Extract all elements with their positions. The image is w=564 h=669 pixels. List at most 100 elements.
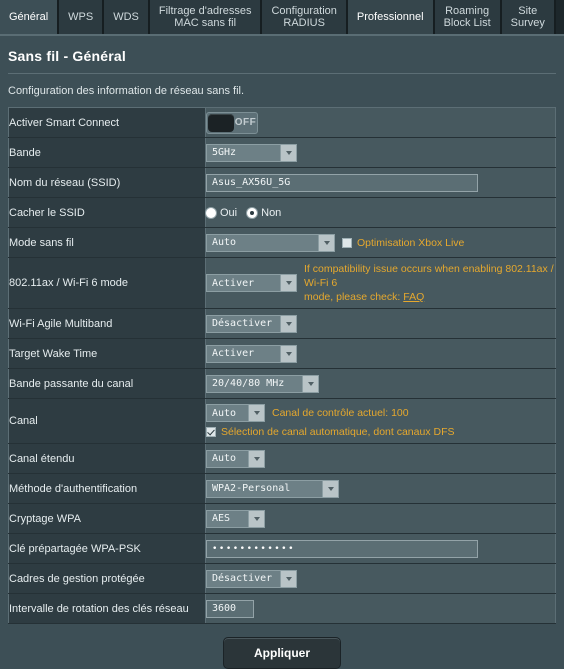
tab-mac-filter-label-line1: Filtrage d'adresses [158,5,252,17]
row-hide-ssid: Cacher le SSID Oui Non [8,197,556,228]
label-hide-ssid: Cacher le SSID [8,197,206,228]
row-auth-method: Méthode d'authentification WPA2-Personal [8,473,556,504]
label-agile-multiband: Wi-Fi Agile Multiband [8,308,206,339]
row-channel-bandwidth: Bande passante du canal 20/40/80 MHz [8,368,556,399]
form-footer: Appliquer [0,624,564,669]
chevron-down-icon [280,144,296,161]
radio-circle-icon [206,207,216,218]
radio-circle-selected-icon [247,207,258,218]
tab-professional[interactable]: Professionnel [347,0,435,34]
page-title: Sans fil - Général [8,48,126,64]
channel-bandwidth-select[interactable]: 20/40/80 MHz [206,374,319,393]
chevron-down-icon [248,450,264,467]
chevron-down-icon [280,570,296,587]
wpa-psk-input[interactable]: •••••••••••• [206,539,478,558]
xbox-optimization-label: Optimisation Xbox Live [357,236,465,249]
wpa-encryption-select[interactable]: AES [206,509,265,528]
label-rekey-interval: Intervalle de rotation des clés réseau [8,593,206,624]
extension-channel-select[interactable]: Auto [206,449,265,468]
channel-select[interactable]: Auto [206,404,265,422]
hide-ssid-radio-group: Oui Non [206,207,281,219]
tab-wps[interactable]: WPS [59,0,105,34]
row-agile-multiband: Wi-Fi Agile Multiband Désactiver [8,308,556,339]
tab-wds-label: WDS [113,11,139,23]
channel-bandwidth-value: 20/40/80 MHz [212,378,285,389]
wifi6-mode-value: Activer [212,277,255,289]
target-wake-time-value: Activer [212,348,255,359]
row-channel: Canal Auto Canal de contrôle actuel: 100… [8,398,556,444]
tab-mac-filter-label-line2: MAC sans fil [174,17,237,29]
wpa-psk-masked-value: •••••••••••• [212,543,296,554]
toggle-state-label: OFF [234,117,257,128]
auth-method-select[interactable]: WPA2-Personal [206,479,339,498]
toggle-knob [208,113,234,132]
label-wpa-psk: Clé prépartagée WPA-PSK [8,533,206,564]
auto-channel-dfs-label: Sélection de canal automatique, dont can… [221,426,455,438]
row-wpa-psk: Clé prépartagée WPA-PSK •••••••••••• [8,533,556,564]
checkbox-icon [342,237,352,248]
label-smart-connect: Activer Smart Connect [8,107,206,138]
band-select[interactable]: 5GHz [206,143,297,162]
xbox-optimization-checkbox[interactable]: Optimisation Xbox Live [342,237,464,249]
tab-radius-label-line2: RADIUS [283,17,325,29]
wireless-mode-select[interactable]: Auto [206,233,335,252]
wpa-encryption-value: AES [212,513,231,524]
faq-link[interactable]: FAQ [403,291,424,303]
chevron-down-icon [302,375,318,392]
row-wpa-encryption: Cryptage WPA AES [8,503,556,534]
label-auth-method: Méthode d'authentification [8,473,206,504]
label-band: Bande [8,137,206,168]
page-header: Sans fil - Général Configuration des inf… [0,36,564,107]
tab-bar: Général WPS WDS Filtrage d'adresses MAC … [0,0,564,36]
tab-site-survey[interactable]: Site Survey [501,0,556,34]
chevron-down-icon [280,345,296,362]
wifi6-mode-select[interactable]: Activer [206,274,297,292]
wifi6-compatibility-hint: If compatibility issue occurs when enabl… [304,262,555,304]
label-channel: Canal [8,398,206,444]
tab-general[interactable]: Général [0,0,60,34]
wireless-settings-table: Activer Smart Connect OFF Bande 5GHz Nom… [8,107,556,624]
row-smart-connect: Activer Smart Connect OFF [8,107,556,138]
hide-ssid-radio-yes[interactable]: Oui [206,207,237,219]
hide-ssid-radio-no[interactable]: Non [247,207,281,219]
band-select-value: 5GHz [212,147,237,158]
tab-roaming-block-list[interactable]: Roaming Block List [434,0,502,34]
wifi6-hint-line2: mode, please check: [304,291,404,303]
pmf-value: Désactiver [212,573,273,584]
tab-general-label: Général [9,11,49,23]
row-target-wake-time: Target Wake Time Activer [8,338,556,369]
label-wireless-mode: Mode sans fil [8,227,206,258]
row-pmf: Cadres de gestion protégée Désactiver [8,563,556,594]
target-wake-time-select[interactable]: Activer [206,344,297,363]
chevron-down-icon [248,510,264,527]
chevron-down-icon [318,234,334,251]
row-wifi6-mode: 802.11ax / Wi-Fi 6 mode Activer If compa… [8,257,556,309]
tab-mac-filter[interactable]: Filtrage d'adresses MAC sans fil [149,0,263,34]
label-wpa-encryption: Cryptage WPA [8,503,206,534]
tab-site-survey-label-line1: Site [518,5,538,17]
label-channel-bandwidth: Bande passante du canal [8,368,206,399]
chevron-down-icon [280,275,296,291]
ssid-input[interactable]: Asus_AX56U_5G [206,173,478,192]
auto-channel-dfs-checkbox[interactable]: Sélection de canal automatique, dont can… [206,426,555,438]
row-extension-channel: Canal étendu Auto [8,443,556,474]
agile-multiband-select[interactable]: Désactiver [206,314,297,333]
rekey-interval-input[interactable]: 3600 [206,599,254,618]
pmf-select[interactable]: Désactiver [206,569,297,588]
label-wifi6-mode: 802.11ax / Wi-Fi 6 mode [8,257,206,309]
current-control-channel-note: Canal de contrôle actuel: 100 [272,407,409,419]
apply-button[interactable]: Appliquer [223,637,341,669]
tab-wds[interactable]: WDS [104,0,150,34]
tab-radius[interactable]: Configuration RADIUS [262,0,348,34]
page-description: Configuration des information de réseau … [8,85,245,97]
tab-roaming-label-line2: Block List [443,17,491,29]
chevron-down-icon [280,315,296,332]
agile-multiband-value: Désactiver [212,318,273,329]
smart-connect-toggle[interactable]: OFF [206,111,258,134]
row-wireless-mode: Mode sans fil Auto Optimisation Xbox Liv… [8,227,556,258]
hide-ssid-no-label: Non [261,206,282,219]
checkbox-checked-icon [206,427,216,437]
row-rekey-interval: Intervalle de rotation des clés réseau 3… [8,593,556,624]
hide-ssid-yes-label: Oui [220,206,238,219]
label-target-wake-time: Target Wake Time [8,338,206,369]
